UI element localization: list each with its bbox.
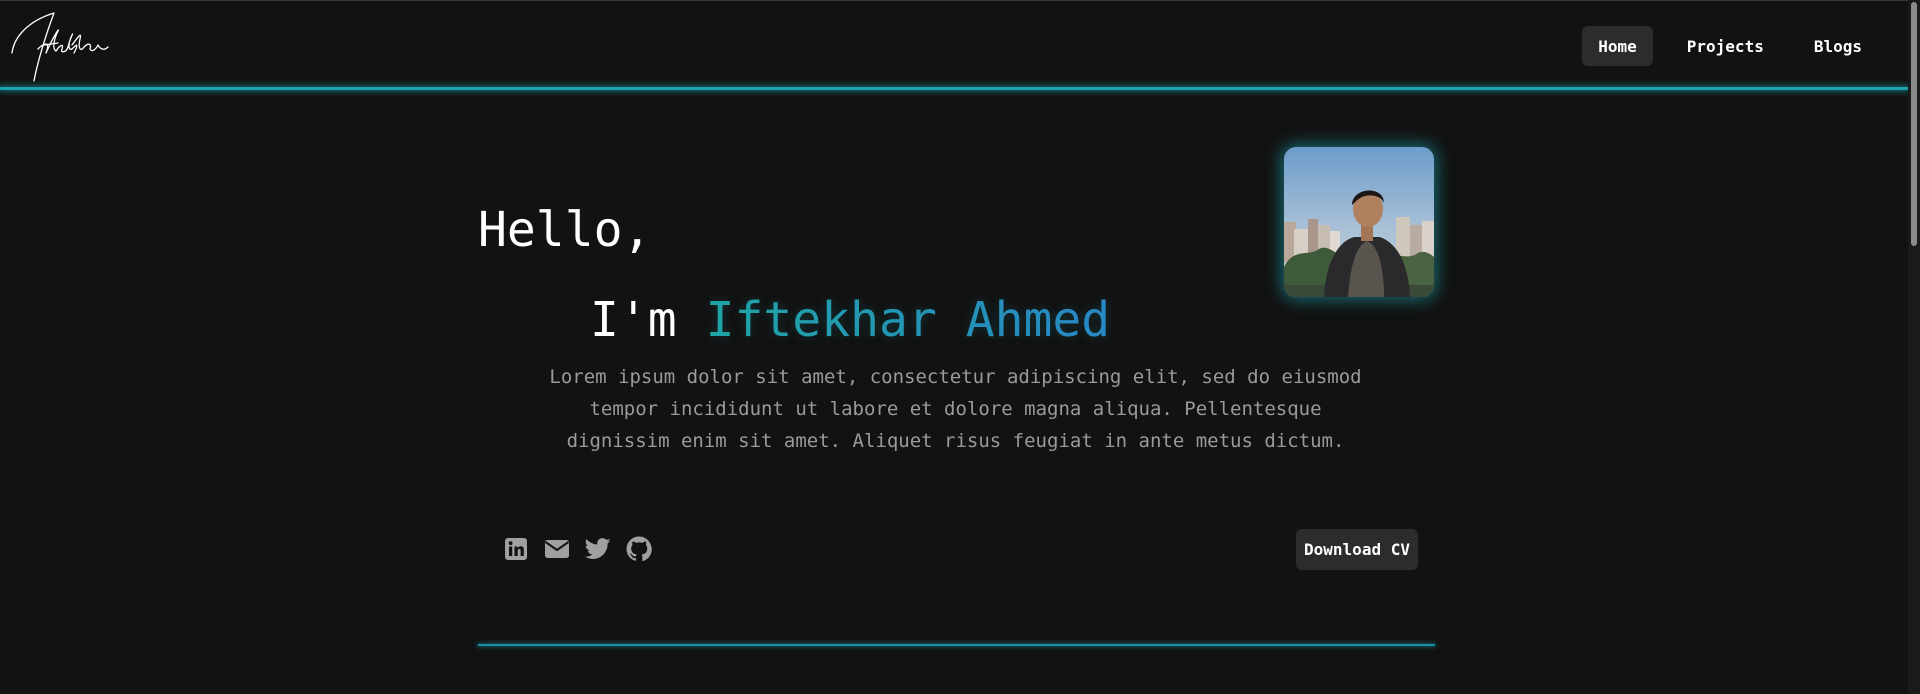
greeting-heading: Hello, [478,202,652,258]
nav-home[interactable]: Home [1582,26,1653,66]
nav-blogs[interactable]: Blogs [1798,26,1878,66]
intro-heading: I'm Iftekhar Ahmed [590,288,1110,352]
nav-projects[interactable]: Projects [1671,26,1780,66]
navbar: Home Projects Blogs [0,0,1908,88]
intro-prefix: I'm [590,292,677,348]
section-divider [478,644,1435,646]
email-icon[interactable] [543,535,571,563]
page-scrollbar[interactable] [1908,0,1920,694]
intro-name: Iftekhar Ahmed [705,292,1111,348]
twitter-icon[interactable] [584,535,612,563]
linkedin-icon[interactable] [502,535,530,563]
github-icon[interactable] [625,535,653,563]
scrollbar-thumb[interactable] [1911,2,1917,246]
avatar [1284,147,1434,297]
signature-logo[interactable] [8,9,112,85]
download-cv-button[interactable]: Download CV [1296,529,1418,570]
navbar-glow-line [0,87,1908,90]
social-links [502,535,653,563]
main-nav: Home Projects Blogs [1582,26,1878,66]
bio-text: Lorem ipsum dolor sit amet, consectetur … [549,366,1362,452]
